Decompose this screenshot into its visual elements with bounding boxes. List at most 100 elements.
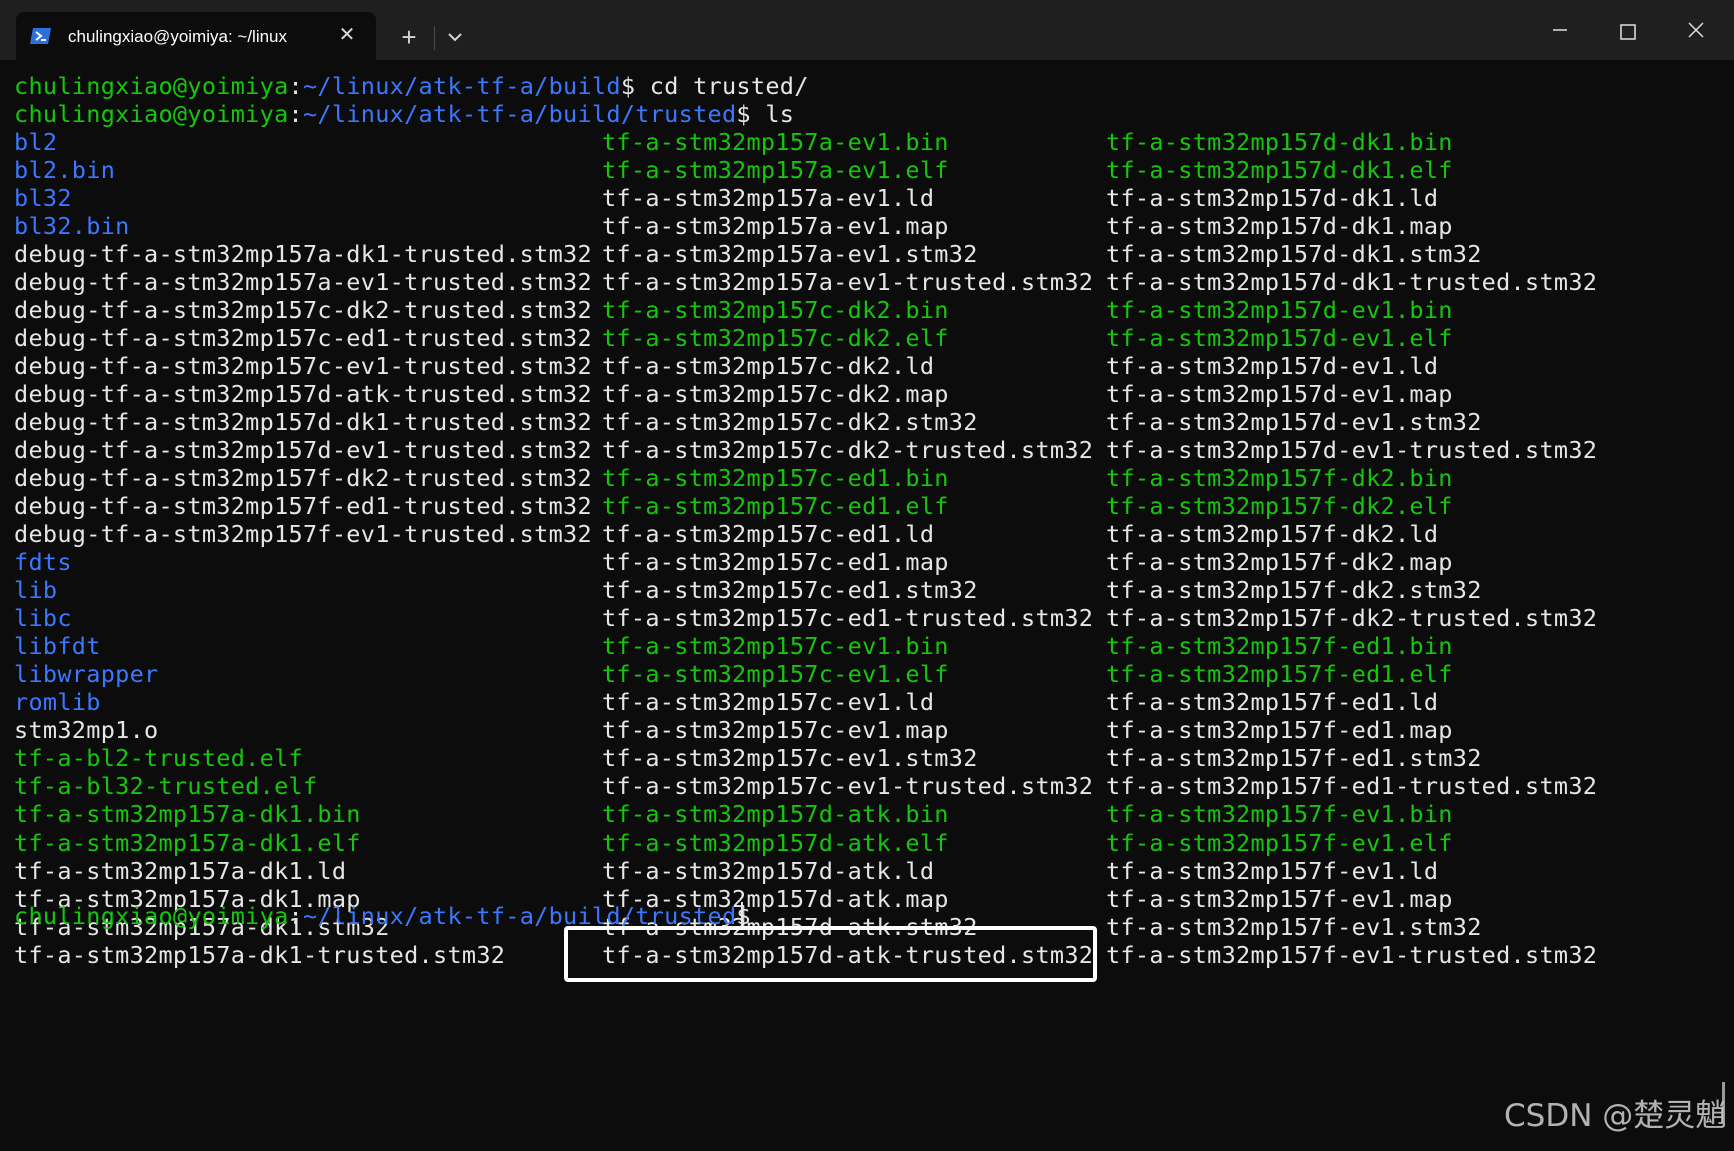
command-text: ls <box>750 100 795 128</box>
file-entry: bl2 <box>14 128 58 156</box>
file-entry: tf-a-stm32mp157d-dk1.map <box>1106 212 1453 241</box>
file-entry: debug-tf-a-stm32mp157d-atk-trusted.stm32 <box>14 380 592 409</box>
file-entry: tf-a-stm32mp157d-dk1.bin <box>1106 128 1453 156</box>
file-entry: tf-a-stm32mp157f-ev1.ld <box>1106 856 1439 885</box>
prompt-user: chulingxiao@yoimiya <box>14 902 289 930</box>
file-entry: tf-a-stm32mp157c-dk2.bin <box>602 296 949 325</box>
file-entry: tf-a-stm32mp157d-dk1-trusted.stm32 <box>1106 268 1598 297</box>
file-entry: tf-a-stm32mp157f-dk2.elf <box>1106 492 1453 521</box>
file-entry: tf-a-stm32mp157f-ev1-trusted.stm32 <box>1106 940 1598 969</box>
file-entry: tf-a-stm32mp157c-ed1.ld <box>602 520 935 549</box>
file-entry: romlib <box>14 688 101 717</box>
file-entry: tf-a-stm32mp157a-dk1-trusted.stm32 <box>14 940 506 969</box>
file-entry: tf-a-stm32mp157f-dk2-trusted.stm32 <box>1106 604 1598 633</box>
file-entry: debug-tf-a-stm32mp157d-dk1-trusted.stm32 <box>14 408 592 437</box>
file-entry: debug-tf-a-stm32mp157a-dk1-trusted.stm32 <box>14 240 592 269</box>
file-entry: tf-a-stm32mp157a-dk1.ld <box>14 856 347 885</box>
file-entry: lib <box>14 576 58 605</box>
file-entry: tf-a-stm32mp157f-dk2.bin <box>1106 464 1453 493</box>
command-text: cd trusted/ <box>635 72 809 100</box>
file-entry: tf-a-stm32mp157d-ev1.ld <box>1106 352 1439 381</box>
prompt-path: ~/linux/atk-tf-a/build <box>302 72 621 100</box>
file-entry: tf-a-stm32mp157a-dk1.elf <box>14 828 361 857</box>
file-entry: tf-a-stm32mp157d-ev1.elf <box>1106 324 1453 353</box>
file-entry: stm32mp1.o <box>14 716 159 745</box>
file-entry: debug-tf-a-stm32mp157a-ev1-trusted.stm32 <box>14 268 592 297</box>
file-entry: tf-a-stm32mp157f-dk2.map <box>1106 548 1453 577</box>
file-entry: tf-a-stm32mp157c-ed1.stm32 <box>602 576 978 605</box>
new-tab-button[interactable]: + <box>392 22 426 52</box>
highlight-box <box>564 926 1097 982</box>
file-entry: tf-a-stm32mp157c-ed1.map <box>602 548 949 577</box>
tab-separator <box>434 26 435 50</box>
file-entry: fdts <box>14 548 72 577</box>
file-entry: tf-a-stm32mp157d-ev1.bin <box>1106 296 1453 325</box>
file-entry: tf-a-stm32mp157a-ev1-trusted.stm32 <box>602 268 1094 297</box>
file-entry: tf-a-stm32mp157f-ed1.ld <box>1106 688 1439 717</box>
file-entry: tf-a-stm32mp157c-ed1-trusted.stm32 <box>602 604 1094 633</box>
file-entry: tf-a-stm32mp157d-dk1.elf <box>1106 156 1453 185</box>
file-entry: tf-a-stm32mp157f-ev1.map <box>1106 884 1453 913</box>
file-entry: tf-a-stm32mp157f-ed1.elf <box>1106 660 1453 689</box>
file-entry: tf-a-stm32mp157c-ev1.ld <box>602 688 935 717</box>
close-tab-icon[interactable]: ✕ <box>336 24 358 46</box>
file-entry: tf-a-stm32mp157d-atk.bin <box>602 800 949 829</box>
file-entry: tf-a-stm32mp157c-dk2.map <box>602 380 949 409</box>
close-window-icon[interactable] <box>1668 8 1724 52</box>
file-entry: tf-a-stm32mp157d-ev1-trusted.stm32 <box>1106 436 1598 465</box>
file-entry: tf-a-stm32mp157d-atk.elf <box>602 828 949 857</box>
file-entry: tf-a-stm32mp157f-ed1.stm32 <box>1106 744 1482 773</box>
file-entry: debug-tf-a-stm32mp157f-ed1-trusted.stm32 <box>14 492 592 521</box>
file-entry: tf-a-stm32mp157c-ev1.bin <box>602 632 949 661</box>
file-entry: tf-a-stm32mp157a-dk1.bin <box>14 800 361 829</box>
file-entry: tf-a-stm32mp157a-ev1.stm32 <box>602 240 978 269</box>
title-bar: chulingxiao@yoimiya: ~/linux ✕ + <box>0 0 1734 60</box>
command-line: chulingxiao@yoimiya:~/linux/atk-tf-a/bui… <box>14 100 795 128</box>
file-entry: libfdt <box>14 632 101 661</box>
file-entry: tf-a-stm32mp157c-ev1.elf <box>602 660 949 689</box>
file-entry: tf-a-stm32mp157f-ev1.stm32 <box>1106 912 1482 941</box>
watermark: CSDN @楚灵魈 <box>1504 1098 1727 1134</box>
file-entry: bl2.bin <box>14 156 116 185</box>
file-entry: bl32 <box>14 184 72 213</box>
chevron-down-icon[interactable] <box>440 22 470 52</box>
file-entry: tf-a-stm32mp157c-ev1.map <box>602 716 949 745</box>
maximize-icon[interactable] <box>1600 8 1656 52</box>
powershell-icon <box>30 28 51 44</box>
file-entry: libwrapper <box>14 660 159 689</box>
file-entry: tf-a-stm32mp157a-ev1.bin <box>602 128 949 156</box>
file-entry: tf-a-stm32mp157d-ev1.stm32 <box>1106 408 1482 437</box>
file-entry: tf-a-stm32mp157c-dk2.ld <box>602 352 935 381</box>
file-entry: debug-tf-a-stm32mp157c-dk2-trusted.stm32 <box>14 296 592 325</box>
file-entry: tf-a-stm32mp157f-ed1-trusted.stm32 <box>1106 772 1598 801</box>
file-entry: debug-tf-a-stm32mp157f-ev1-trusted.stm32 <box>14 520 592 549</box>
prompt-user: chulingxiao@yoimiya <box>14 72 289 100</box>
file-entry: tf-a-stm32mp157f-ed1.bin <box>1106 632 1453 661</box>
file-entry: tf-a-stm32mp157d-ev1.map <box>1106 380 1453 409</box>
file-entry: tf-a-stm32mp157f-ev1.elf <box>1106 828 1453 857</box>
file-entry: debug-tf-a-stm32mp157c-ed1-trusted.stm32 <box>14 324 592 353</box>
file-entry: tf-a-stm32mp157c-ev1.stm32 <box>602 744 978 773</box>
file-entry: tf-a-stm32mp157a-ev1.map <box>602 212 949 241</box>
file-entry: debug-tf-a-stm32mp157f-dk2-trusted.stm32 <box>14 464 592 493</box>
file-entry: tf-a-stm32mp157f-ed1.map <box>1106 716 1453 745</box>
file-entry: debug-tf-a-stm32mp157c-ev1-trusted.stm32 <box>14 352 592 381</box>
file-entry: bl32.bin <box>14 212 130 241</box>
file-entry: tf-a-stm32mp157f-dk2.stm32 <box>1106 576 1482 605</box>
terminal-tab[interactable]: chulingxiao@yoimiya: ~/linux ✕ <box>16 12 376 60</box>
file-entry: tf-a-stm32mp157f-dk2.ld <box>1106 520 1439 549</box>
file-entry: tf-a-stm32mp157d-dk1.ld <box>1106 184 1439 213</box>
command-line: chulingxiao@yoimiya:~/linux/atk-tf-a/bui… <box>14 72 809 100</box>
file-entry: tf-a-stm32mp157c-dk2.stm32 <box>602 408 978 437</box>
file-entry: tf-a-stm32mp157c-ed1.bin <box>602 464 949 493</box>
file-entry: tf-a-stm32mp157c-dk2.elf <box>602 324 949 353</box>
file-entry: tf-a-stm32mp157f-ev1.bin <box>1106 800 1453 829</box>
prompt-path: ~/linux/atk-tf-a/build/trusted <box>302 100 737 128</box>
tab-title: chulingxiao@yoimiya: ~/linux <box>68 27 287 46</box>
minimize-icon[interactable] <box>1532 8 1588 52</box>
file-entry: libc <box>14 604 72 633</box>
prompt-user: chulingxiao@yoimiya <box>14 100 289 128</box>
file-entry: tf-a-stm32mp157a-ev1.elf <box>602 156 949 185</box>
file-entry: tf-a-stm32mp157d-atk.ld <box>602 856 935 885</box>
file-entry: tf-a-stm32mp157c-ev1-trusted.stm32 <box>602 772 1094 801</box>
